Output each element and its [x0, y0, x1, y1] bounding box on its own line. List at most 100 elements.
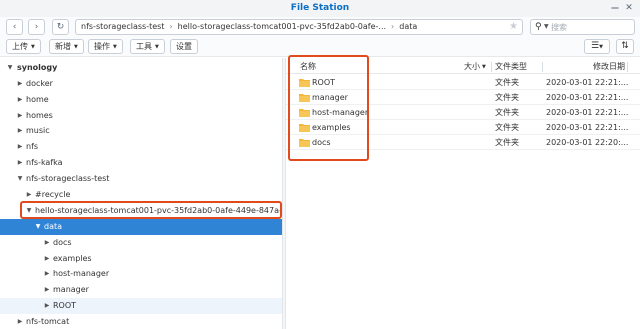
breadcrumb[interactable]: nfs-storageclass-test › hello-storageclass… — [75, 19, 523, 35]
list-view-button[interactable]: ☰▼ — [584, 39, 610, 54]
forward-button[interactable]: › — [28, 19, 45, 35]
file-modified: 2020-03-01 22:20:... — [546, 138, 629, 147]
collapse-arrow-icon[interactable]: ▶ — [43, 282, 51, 298]
collapse-arrow-icon[interactable]: ▶ — [16, 76, 24, 92]
table-row[interactable]: ROOT 文件夹 2020-03-01 22:21:... — [286, 75, 640, 90]
tree-item-label: data — [44, 222, 63, 231]
refresh-icon: ↻ — [56, 22, 65, 32]
column-divider[interactable] — [627, 62, 628, 72]
collapse-arrow-icon[interactable]: ▶ — [25, 187, 33, 203]
window-titlebar: File Station — ✕ — [0, 0, 640, 17]
expand-arrow-icon[interactable]: ▼ — [6, 60, 14, 76]
tree-item-docs[interactable]: ▶ docs — [0, 235, 282, 251]
tree-item-root[interactable]: ▶ ROOT — [0, 298, 282, 314]
file-name: docs — [312, 138, 331, 147]
tree-item-label: homes — [26, 111, 53, 120]
collapse-arrow-icon[interactable]: ▶ — [16, 155, 24, 171]
folder-icon — [299, 79, 310, 87]
tree-item-manager[interactable]: ▶ manager — [0, 282, 282, 298]
tree-item-label: nfs-storageclass-test — [26, 174, 110, 183]
expand-arrow-icon[interactable]: ▼ — [25, 203, 33, 219]
search-box[interactable]: ⚲ ▼ — [530, 19, 635, 35]
table-row[interactable]: manager 文件夹 2020-03-01 22:21:... — [286, 90, 640, 105]
tree-item-label: nfs — [26, 142, 39, 151]
table-row[interactable]: docs 文件夹 2020-03-01 22:20:... — [286, 135, 640, 150]
list-view-icon: ☰ — [591, 41, 600, 51]
new-label: 新增 — [55, 42, 71, 51]
breadcrumb-item[interactable]: data — [394, 20, 422, 34]
caret-down-icon: ▼ — [599, 44, 603, 50]
tree-item-hello-storageclass-pvc[interactable]: ▼ hello-storageclass-tomcat001-pvc-35fd2… — [0, 203, 282, 219]
file-type: 文件夹 — [495, 138, 519, 147]
tree-item-nfs-tomcat[interactable]: ▶ nfs-tomcat — [0, 314, 282, 329]
file-type: 文件夹 — [495, 108, 519, 117]
file-modified: 2020-03-01 22:21:... — [546, 123, 629, 132]
action-button[interactable]: 操作 ▼ — [88, 39, 123, 54]
tree-item-label: synology — [17, 63, 58, 72]
file-name: host-manager — [312, 108, 369, 117]
collapse-arrow-icon[interactable]: ▶ — [43, 298, 51, 314]
column-type[interactable]: 文件类型 — [495, 60, 527, 74]
column-modified[interactable]: 修改日期 — [593, 60, 625, 74]
caret-down-icon: ▼ — [31, 44, 35, 50]
collapse-arrow-icon[interactable]: ▶ — [16, 108, 24, 124]
window-title: File Station — [290, 3, 350, 13]
tree-item-recycle[interactable]: ▶ #recycle — [0, 187, 282, 203]
tree-item-nfs-storageclass-test[interactable]: ▼ nfs-storageclass-test — [0, 171, 282, 187]
sort-button[interactable]: ⇅ — [616, 39, 634, 54]
minimize-icon[interactable]: — — [611, 4, 619, 12]
tree-item-docker[interactable]: ▶ docker — [0, 76, 282, 92]
collapse-arrow-icon[interactable]: ▶ — [43, 235, 51, 251]
tree-item-label: music — [26, 126, 50, 135]
tree-item-examples[interactable]: ▶ examples — [0, 251, 282, 267]
column-name[interactable]: 名称 — [300, 60, 316, 74]
tree-item-homes[interactable]: ▶ homes — [0, 108, 282, 124]
file-modified: 2020-03-01 22:21:... — [546, 108, 629, 117]
collapse-arrow-icon[interactable]: ▶ — [16, 314, 24, 329]
tree-item-data[interactable]: ▼ data — [0, 219, 282, 235]
chevron-left-icon: ‹ — [12, 22, 17, 32]
tree-item-music[interactable]: ▶ music — [0, 123, 282, 139]
tree-item-label: nfs-kafka — [26, 158, 63, 167]
table-row[interactable]: host-manager 文件夹 2020-03-01 22:21:... — [286, 105, 640, 120]
tree-item-synology[interactable]: ▼ synology — [0, 60, 282, 76]
breadcrumb-item[interactable]: hello-storageclass-tomcat001-pvc-35fd2ab… — [173, 20, 391, 34]
favorite-star-icon[interactable]: ★ — [509, 20, 518, 34]
sort-icon: ⇅ — [621, 41, 629, 51]
refresh-button[interactable]: ↻ — [52, 19, 69, 35]
tree-item-nfs-kafka[interactable]: ▶ nfs-kafka — [0, 155, 282, 171]
upload-button[interactable]: 上传 ▼ — [6, 39, 41, 54]
close-icon[interactable]: ✕ — [624, 3, 634, 13]
caret-down-icon[interactable]: ▼ — [544, 20, 549, 34]
tools-button[interactable]: 工具 ▼ — [130, 39, 165, 54]
settings-button[interactable]: 设置 — [170, 39, 198, 54]
collapse-arrow-icon[interactable]: ▶ — [16, 123, 24, 139]
table-row[interactable]: examples 文件夹 2020-03-01 22:21:... — [286, 120, 640, 135]
collapse-arrow-icon[interactable]: ▶ — [16, 92, 24, 108]
expand-arrow-icon[interactable]: ▼ — [34, 219, 42, 235]
settings-label: 设置 — [176, 42, 192, 51]
back-button[interactable]: ‹ — [6, 19, 23, 35]
tree-item-home[interactable]: ▶ home — [0, 92, 282, 108]
collapse-arrow-icon[interactable]: ▶ — [43, 266, 51, 282]
collapse-arrow-icon[interactable]: ▶ — [43, 251, 51, 267]
collapse-arrow-icon[interactable]: ▶ — [16, 139, 24, 155]
search-input[interactable] — [551, 21, 631, 33]
tree-item-label: nfs-tomcat — [26, 317, 70, 326]
new-button[interactable]: 新增 ▼ — [49, 39, 84, 54]
navigation-bar: ‹ › ↻ nfs-storageclass-test › hello-storag… — [0, 17, 640, 37]
column-divider[interactable] — [542, 62, 543, 72]
expand-arrow-icon[interactable]: ▼ — [16, 171, 24, 187]
file-modified: 2020-03-01 22:21:... — [546, 78, 629, 87]
tree-item-host-manager[interactable]: ▶ host-manager — [0, 266, 282, 282]
column-divider[interactable] — [491, 62, 492, 72]
breadcrumb-item[interactable]: nfs-storageclass-test — [76, 20, 169, 34]
column-size[interactable]: 大小 ▼ — [464, 60, 486, 74]
column-size-label: 大小 — [464, 62, 480, 71]
file-type: 文件夹 — [495, 78, 519, 87]
search-icon[interactable]: ⚲ — [535, 20, 542, 34]
tree-item-nfs[interactable]: ▶ nfs — [0, 139, 282, 155]
tree-item-label: ROOT — [53, 301, 77, 310]
file-list-header: 名称 大小 ▼ 文件类型 修改日期 — [286, 60, 640, 74]
tree-item-label: #recycle — [35, 190, 71, 199]
